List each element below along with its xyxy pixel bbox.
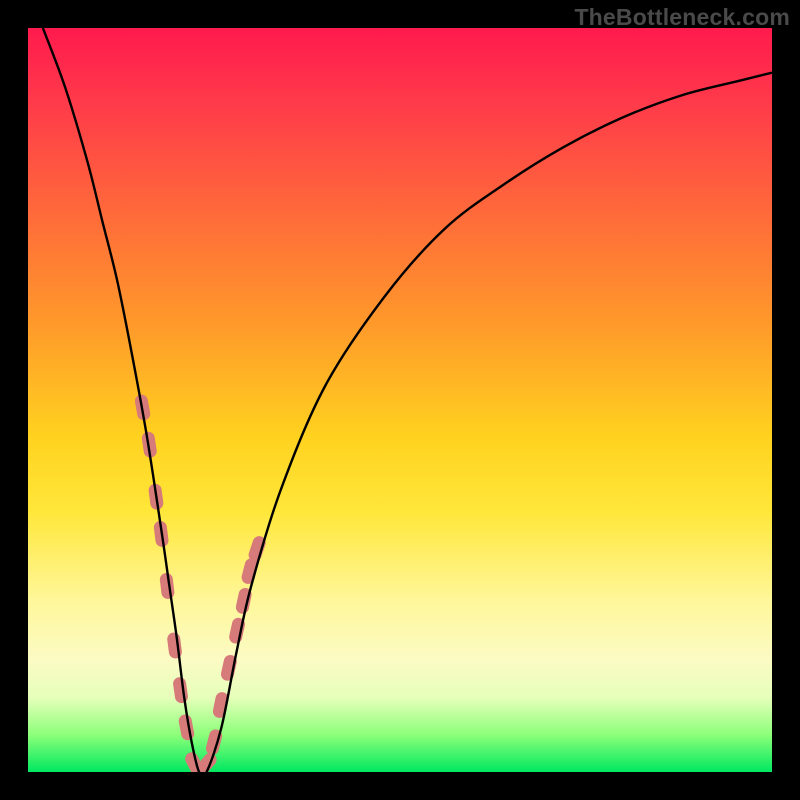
curve-marker <box>172 676 189 704</box>
bottleneck-curve <box>43 28 772 772</box>
marker-group <box>134 393 268 772</box>
watermark-text: TheBottleneck.com <box>574 4 790 31</box>
plot-area <box>28 28 772 772</box>
chart-svg <box>28 28 772 772</box>
curve-marker <box>166 632 182 659</box>
chart-frame: TheBottleneck.com <box>0 0 800 800</box>
